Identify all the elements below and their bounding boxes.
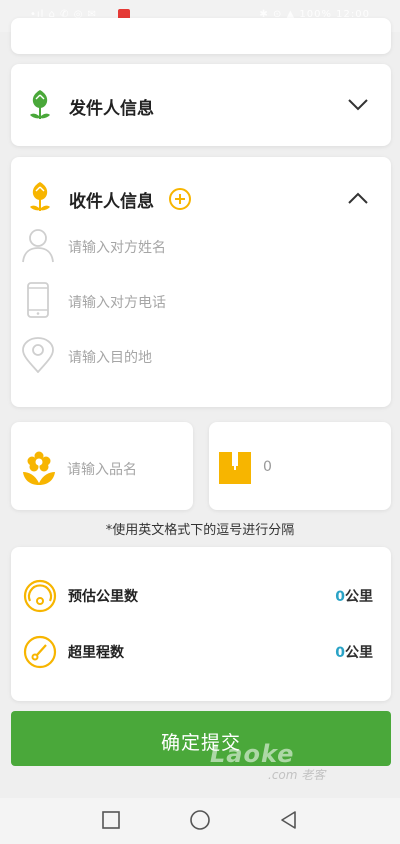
tulip-icon — [30, 182, 50, 211]
recipient-destination-field[interactable]: 请输入目的地 — [21, 337, 381, 377]
recipient-name-field[interactable]: 请输入对方姓名 — [21, 227, 381, 267]
speedometer-icon — [23, 635, 57, 669]
excess-km-row: 超里程数 0公里 — [23, 632, 373, 672]
excess-km-value: 0公里 — [335, 645, 373, 661]
item-name-placeholder: 请输入品名 — [67, 462, 137, 478]
person-icon — [22, 229, 54, 263]
box-icon — [219, 452, 251, 484]
submit-label: 确定提交 — [160, 732, 241, 754]
recipient-destination-placeholder: 请输入目的地 — [68, 350, 152, 366]
chevron-down-icon[interactable] — [347, 98, 369, 112]
separator-hint: *使用英文格式下的逗号进行分隔 — [105, 523, 295, 538]
watermark-logo: Laoke — [210, 740, 295, 768]
back-icon[interactable] — [279, 810, 299, 830]
item-name-card[interactable]: 请输入品名 — [11, 422, 193, 510]
flower-icon — [23, 451, 55, 485]
recent-apps-icon[interactable] — [101, 810, 121, 830]
system-nav-bar — [0, 798, 400, 844]
add-recipient-icon[interactable] — [169, 188, 191, 210]
quantity-card[interactable]: 0 — [209, 422, 391, 510]
recipient-phone-field[interactable]: 请输入对方电话 — [21, 282, 381, 322]
sender-title: 发件人信息 — [69, 99, 154, 119]
quantity-value: 0 — [263, 459, 272, 475]
recipient-phone-placeholder: 请输入对方电话 — [68, 295, 166, 311]
watermark-sub: .com 老客 — [268, 768, 326, 782]
tulip-icon — [30, 90, 50, 119]
recipient-name-placeholder: 请输入对方姓名 — [68, 240, 166, 256]
recipient-title: 收件人信息 — [69, 192, 154, 212]
previous-card — [11, 18, 391, 54]
distance-card: 预估公里数 0公里 超里程数 0公里 — [11, 547, 391, 701]
phone-icon — [27, 282, 49, 318]
estimated-km-label: 预估公里数 — [68, 589, 138, 605]
home-icon[interactable] — [189, 809, 211, 831]
location-pin-icon — [22, 337, 54, 373]
excess-km-label: 超里程数 — [68, 645, 124, 661]
sender-info-card[interactable]: 发件人信息 — [11, 64, 391, 146]
gauge-icon — [23, 579, 57, 613]
recipient-info-card: 收件人信息 请输入对方姓名 请输入对方电话 请输入目的地 — [11, 157, 391, 407]
submit-button[interactable]: 确定提交 — [11, 711, 391, 766]
chevron-up-icon[interactable] — [347, 191, 369, 205]
estimated-km-value: 0公里 — [335, 589, 373, 605]
estimated-km-row: 预估公里数 0公里 — [23, 576, 373, 616]
